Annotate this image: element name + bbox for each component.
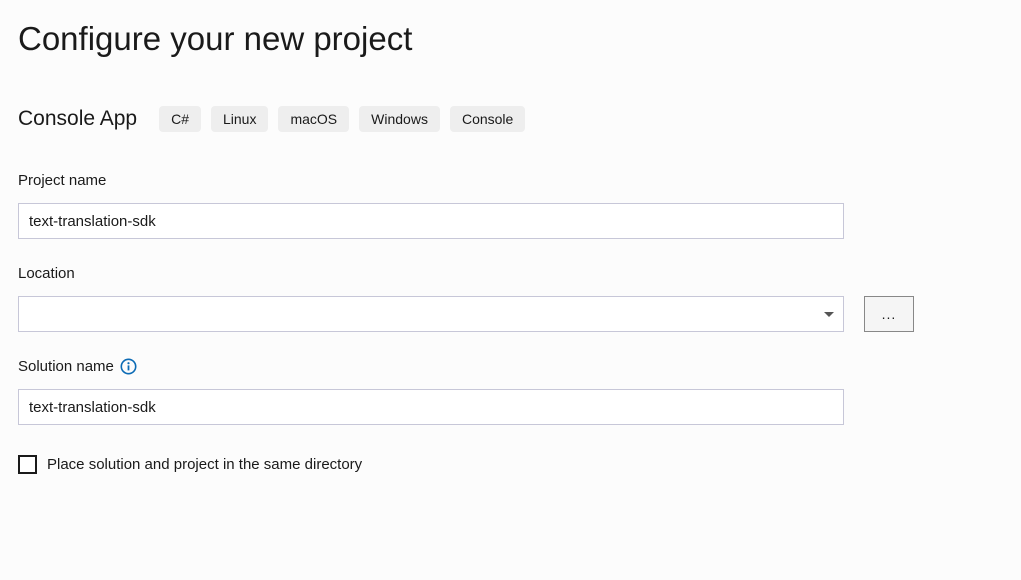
template-tags: C# Linux macOS Windows Console xyxy=(159,106,525,132)
template-row: Console App C# Linux macOS Windows Conso… xyxy=(18,106,1001,132)
tag-linux: Linux xyxy=(211,106,268,132)
solution-name-label: Solution name xyxy=(18,358,114,375)
location-label: Location xyxy=(18,265,1001,282)
page-title: Configure your new project xyxy=(18,20,1001,58)
same-directory-label[interactable]: Place solution and project in the same d… xyxy=(47,456,362,473)
location-group: Location ... xyxy=(18,265,1001,332)
tag-windows: Windows xyxy=(359,106,440,132)
info-icon[interactable] xyxy=(120,358,137,375)
project-name-label: Project name xyxy=(18,172,1001,189)
location-input[interactable] xyxy=(18,296,844,332)
project-name-input[interactable] xyxy=(18,203,844,239)
tag-console: Console xyxy=(450,106,525,132)
same-directory-checkbox[interactable] xyxy=(18,455,37,474)
solution-name-group: Solution name xyxy=(18,358,1001,425)
solution-name-label-row: Solution name xyxy=(18,358,1001,375)
browse-button[interactable]: ... xyxy=(864,296,914,332)
tag-macos: macOS xyxy=(278,106,349,132)
same-directory-row: Place solution and project in the same d… xyxy=(18,455,1001,474)
project-name-group: Project name xyxy=(18,172,1001,239)
template-name: Console App xyxy=(18,107,137,131)
location-combo[interactable] xyxy=(18,296,844,332)
solution-name-input[interactable] xyxy=(18,389,844,425)
tag-csharp: C# xyxy=(159,106,201,132)
